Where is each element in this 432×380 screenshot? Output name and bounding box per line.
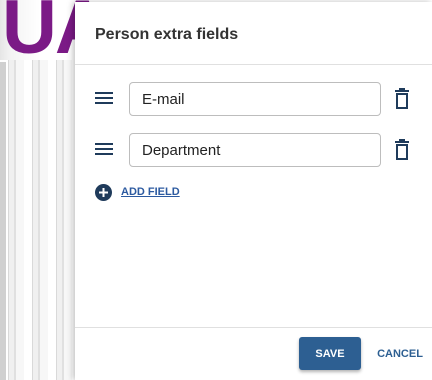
field-row (95, 82, 425, 118)
plus-circle-icon (95, 183, 112, 201)
background-list (0, 60, 75, 380)
field-row (95, 133, 425, 169)
background-scrollbar (0, 62, 6, 380)
dialog-title: Person extra fields (95, 26, 239, 43)
dialog-footer: SAVE CANCEL (75, 327, 432, 380)
trash-icon[interactable] (393, 88, 411, 110)
dialog-header: Person extra fields (75, 2, 432, 65)
cancel-button[interactable]: CANCEL (371, 337, 429, 370)
add-field-button[interactable]: ADD FIELD (95, 182, 180, 202)
save-button[interactable]: SAVE (299, 337, 361, 370)
person-extra-fields-dialog: Person extra fields ADD FIELD (75, 2, 432, 380)
drag-handle-icon[interactable] (95, 143, 113, 159)
add-field-label[interactable]: ADD FIELD (121, 186, 180, 198)
field-input[interactable] (129, 133, 381, 167)
drag-handle-icon[interactable] (95, 92, 113, 108)
field-input[interactable] (129, 82, 381, 116)
trash-icon[interactable] (393, 139, 411, 161)
